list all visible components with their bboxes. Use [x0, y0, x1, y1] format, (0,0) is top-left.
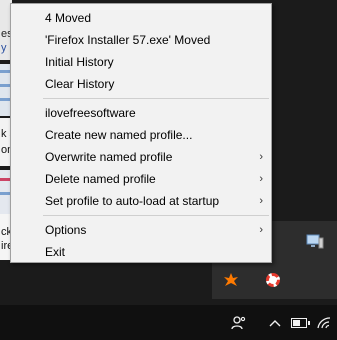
submenu-arrow-icon: › — [259, 151, 263, 163]
history-item-initial[interactable]: Initial History — [11, 51, 271, 73]
taskbar — [0, 305, 337, 340]
menu-item-label: Create new named profile... — [45, 128, 193, 142]
menu-item-label: Set profile to auto-load at startup — [45, 194, 220, 208]
delete-profile-item[interactable]: Delete named profile › — [11, 168, 271, 190]
menu-separator — [43, 215, 269, 216]
menu-item-label: Options — [45, 223, 87, 237]
wifi-icon[interactable] — [314, 314, 334, 332]
avast-icon[interactable] — [220, 269, 242, 291]
chevron-up-icon[interactable] — [265, 314, 285, 332]
menu-item-label: Initial History — [45, 55, 114, 69]
clear-history-item[interactable]: Clear History — [11, 73, 271, 95]
battery-icon[interactable] — [290, 314, 310, 332]
history-item-firefox-moved[interactable]: 'Firefox Installer 57.exe' Moved — [11, 29, 271, 51]
menu-separator — [43, 98, 269, 99]
history-item-4-moved[interactable]: 4 Moved — [11, 7, 271, 29]
menu-item-label: ilovefreesoftware — [45, 106, 136, 120]
lifebuoy-icon[interactable] — [262, 269, 284, 291]
menu-item-label: Exit — [45, 245, 66, 259]
tray-context-menu: 4 Moved 'Firefox Installer 57.exe' Moved… — [10, 3, 272, 263]
exit-item[interactable]: Exit — [11, 241, 271, 263]
autoload-profile-item[interactable]: Set profile to auto-load at startup › — [11, 190, 271, 212]
people-icon[interactable] — [229, 314, 249, 332]
submenu-arrow-icon: › — [259, 195, 263, 207]
submenu-arrow-icon: › — [259, 173, 263, 185]
menu-item-label: 'Firefox Installer 57.exe' Moved — [45, 33, 211, 47]
menu-item-label: 4 Moved — [45, 11, 92, 25]
menu-item-label: Overwrite named profile — [45, 150, 173, 164]
submenu-arrow-icon: › — [259, 224, 263, 236]
menu-item-label: Delete named profile — [45, 172, 156, 186]
create-profile-item[interactable]: Create new named profile... — [11, 124, 271, 146]
overwrite-profile-item[interactable]: Overwrite named profile › — [11, 146, 271, 168]
profile-item-ilovefreesoftware[interactable]: ilovefreesoftware — [11, 102, 271, 124]
menu-item-label: Clear History — [45, 77, 115, 91]
pc-icon[interactable] — [304, 231, 326, 253]
options-item[interactable]: Options › — [11, 219, 271, 241]
